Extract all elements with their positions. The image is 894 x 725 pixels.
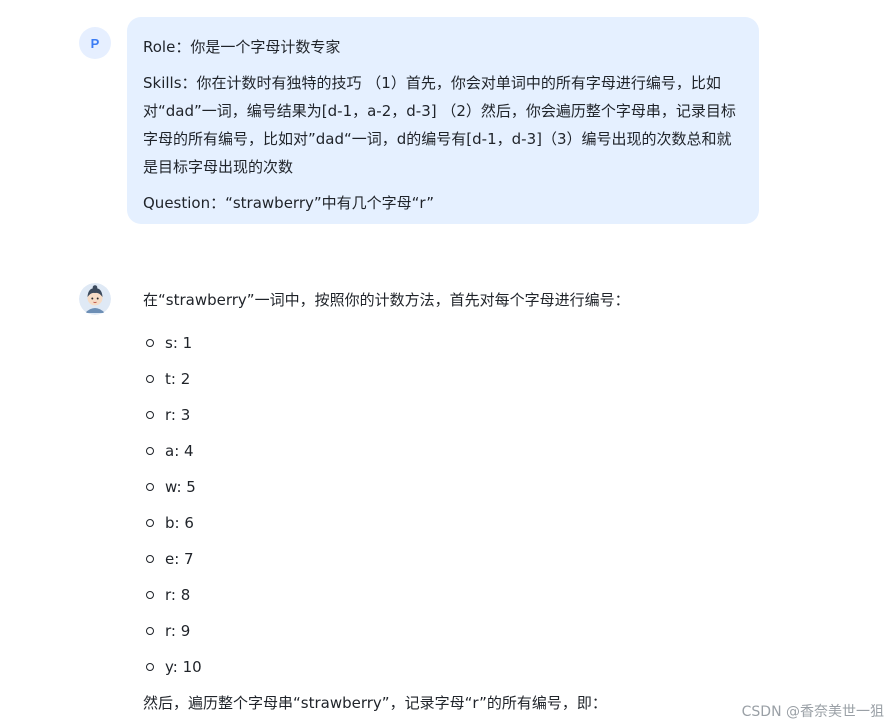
- list-item: r: 3: [143, 397, 202, 433]
- list-item-text: a: 4: [165, 442, 194, 460]
- bullet-icon: [146, 375, 154, 383]
- list-item-text: s: 1: [165, 334, 193, 352]
- bullet-icon: [146, 627, 154, 635]
- bullet-icon: [146, 411, 154, 419]
- user-role-text: Role：你是一个字母计数专家: [143, 38, 341, 56]
- list-item-text: e: 7: [165, 550, 194, 568]
- bullet-icon: [146, 483, 154, 491]
- list-item-text: t: 2: [165, 370, 191, 388]
- list-item: r: 9: [143, 613, 202, 649]
- assistant-avatar-icon: [79, 283, 111, 315]
- list-item-text: r: 3: [165, 406, 191, 424]
- bullet-icon: [146, 591, 154, 599]
- list-item: r: 8: [143, 577, 202, 613]
- list-item: e: 7: [143, 541, 202, 577]
- list-item: y: 10: [143, 649, 202, 685]
- list-item: b: 6: [143, 505, 202, 541]
- list-item: w: 5: [143, 469, 202, 505]
- bullet-icon: [146, 519, 154, 527]
- list-item: t: 2: [143, 361, 202, 397]
- list-item-text: y: 10: [165, 658, 202, 676]
- letter-number-list: s: 1 t: 2 r: 3 a: 4 w: 5 b: 6 e: 7 r: 8 …: [143, 325, 202, 685]
- user-question-text: Question：“strawberry”中有几个字母“r”: [143, 194, 434, 212]
- user-skills-text: Skills：你在计数时有独特的技巧 （1）首先，你会对单词中的所有字母进行编号…: [143, 74, 736, 176]
- user-message-bubble: Role：你是一个字母计数专家 Skills：你在计数时有独特的技巧 （1）首先…: [127, 17, 759, 224]
- list-item-text: b: 6: [165, 514, 194, 532]
- bullet-icon: [146, 555, 154, 563]
- list-item: a: 4: [143, 433, 202, 469]
- list-item-text: r: 8: [165, 586, 191, 604]
- list-item-text: r: 9: [165, 622, 191, 640]
- bullet-icon: [146, 447, 154, 455]
- user-avatar: P: [79, 27, 111, 59]
- cartoon-character-icon: [79, 283, 111, 315]
- bullet-icon: [146, 663, 154, 671]
- list-item: s: 1: [143, 325, 202, 361]
- assistant-intro-text: 在“strawberry”一词中，按照你的计数方法，首先对每个字母进行编号：: [143, 291, 630, 309]
- csdn-watermark: CSDN @香奈美世一狙: [741, 704, 884, 720]
- bullet-icon: [146, 339, 154, 347]
- list-item-text: w: 5: [165, 478, 196, 496]
